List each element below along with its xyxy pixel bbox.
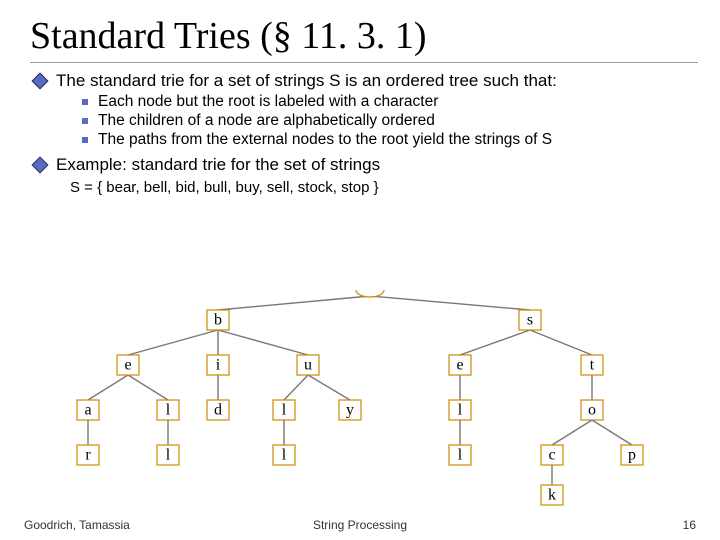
trie-node-label: l [282,402,287,419]
trie-node-label: b [214,312,222,329]
sub-3: The paths from the external nodes to the… [82,131,698,149]
slide: Standard Tries (§ 11. 3. 1) The standard… [0,0,720,540]
trie-node-label: a [84,402,91,419]
example-set: S = { bear, bell, bid, bull, buy, sell, … [70,179,698,196]
trie-node-label: l [458,447,463,464]
footer: Goodrich, Tamassia String Processing 16 [24,518,696,532]
trie-node-label: l [282,447,287,464]
trie-node-label: t [590,357,595,374]
trie-node-label: i [216,357,221,374]
sub-list: Each node but the root is labeled with a… [82,93,698,149]
bullet-2-text: Example: standard trie for the set of st… [56,155,380,175]
trie-root [356,290,384,297]
trie-node-label: r [85,447,91,464]
trie-node-label: l [166,402,171,419]
trie-node-label: d [214,402,222,419]
bullet-2: Example: standard trie for the set of st… [34,155,698,175]
square-icon [82,137,88,143]
trie-node-label: l [458,402,463,419]
bullet-1: The standard trie for a set of strings S… [34,71,698,91]
sub-2-text: The children of a node are alphabeticall… [98,112,435,130]
sub-1: Each node but the root is labeled with a… [82,93,698,111]
trie-node-label: u [304,357,312,374]
sub-3-text: The paths from the external nodes to the… [98,131,552,149]
trie-node-label: y [346,402,354,419]
diamond-icon [32,73,49,90]
trie-node-label: p [628,447,636,464]
diamond-icon [32,157,49,174]
bullet-1-text: The standard trie for a set of strings S… [56,71,557,91]
square-icon [82,118,88,124]
trie-node-label: k [548,487,556,504]
trie-node-label: e [124,357,131,374]
trie-node-label: o [588,402,596,419]
square-icon [82,99,88,105]
trie-node-label: c [548,447,555,464]
sub-2: The children of a node are alphabeticall… [82,112,698,130]
trie-node-label: l [166,447,171,464]
trie-node-label: s [527,312,533,329]
sub-1-text: Each node but the root is labeled with a… [98,93,438,111]
footer-center: String Processing [24,518,696,532]
trie-diagram: b s e i u e t a l d l y l o r l l l c p k [40,290,680,510]
slide-title: Standard Tries (§ 11. 3. 1) [30,14,698,63]
trie-node-label: e [456,357,463,374]
